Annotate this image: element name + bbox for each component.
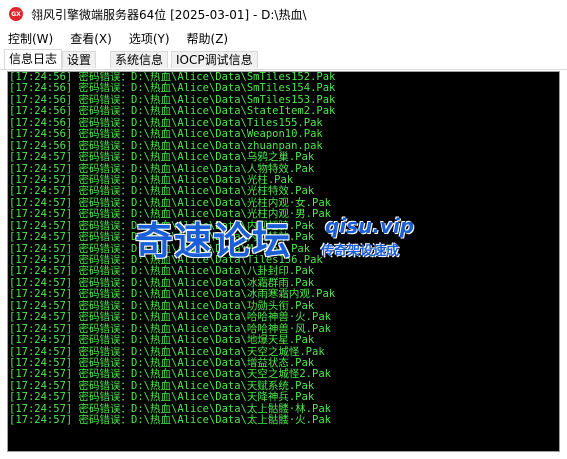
menu-bar: 控制(W) 查看(X) 选项(Y) 帮助(Z) (0, 28, 567, 48)
log-line: [17:24:57] 密码错误：D:\热血\Alice\Data\内观特效.Pa… (9, 231, 315, 244)
log-line: [17:24:57] 密码错误：D:\热血\Alice\Data\天降神兵.Pa… (9, 391, 315, 404)
log-line: [17:24:56] 密码错误：D:\热血\Alice\Data\Weapon1… (9, 128, 323, 141)
log-line: [17:24:57] 密码错误：D:\热血\Alice\Data\光柱内观·男.… (9, 208, 331, 221)
menu-control[interactable]: 控制(W) (8, 30, 53, 47)
menu-help[interactable]: 帮助(Z) (187, 30, 229, 47)
title-bar: GX 翎风引擎微端服务器64位 [2025-03-01] - D:\热血\ (0, 0, 567, 28)
log-line: [17:24:57] 密码错误：D:\热血\Alice\Data\乌鸦之巢.Pa… (9, 151, 315, 164)
tab-info-log[interactable]: 信息日志 (4, 49, 63, 69)
menu-view[interactable]: 查看(X) (70, 30, 112, 47)
log-line: [17:24:57] 密码错误：D:\热血\Alice\Data\地爆天星.Pa… (9, 334, 315, 347)
tab-bar: 信息日志 设置 系统信息 IOCP调试信息 (0, 48, 567, 70)
tab-settings[interactable]: 设置 (62, 51, 97, 68)
log-line: [17:24:57] 密码错误：D:\热血\Alice\Data\太上骷髅·火.… (9, 414, 331, 427)
log-console[interactable]: [17:24:56] 密码错误：D:\热血\Alice\Data\SmTiles… (7, 71, 560, 452)
log-line: [17:24:57] 密码错误：D:\热血\Alice\Data\哈哈神兽·火.… (9, 311, 331, 324)
window-title: 翎风引擎微端服务器64位 [2025-03-01] - D:\热血\ (31, 7, 307, 22)
tab-system-info[interactable]: 系统信息 (110, 51, 169, 68)
menu-options[interactable]: 选项(Y) (129, 30, 170, 47)
app-icon: GX (9, 7, 23, 21)
tab-iocp-debug[interactable]: IOCP调试信息 (171, 51, 258, 68)
